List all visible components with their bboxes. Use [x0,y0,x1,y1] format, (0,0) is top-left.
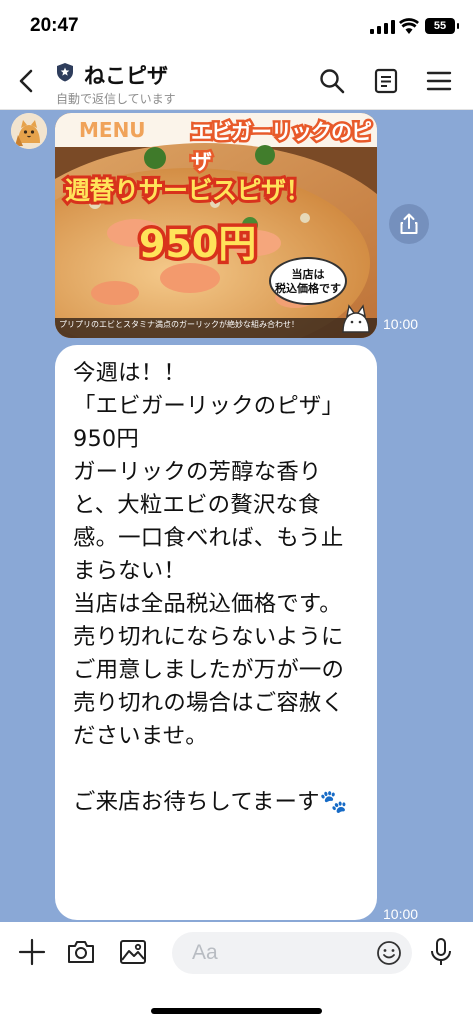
share-button[interactable] [389,204,429,244]
note-icon[interactable] [372,67,400,95]
back-arrow-icon[interactable] [16,68,38,94]
battery-icon: 55 [425,18,459,34]
promo-banner-title: エビガーリックのピザ [189,118,375,177]
wifi-icon [399,18,419,34]
cat-mascot-icon [342,304,370,333]
tax-note-bubble: 当店は 税込価格です [269,257,347,305]
image-icon[interactable] [117,936,149,968]
tax-note-line1: 当店は [291,268,325,281]
search-icon[interactable] [318,67,346,95]
promo-price: 950円 [135,219,259,270]
menu-icon[interactable] [425,67,453,95]
emoji-icon[interactable] [376,940,402,966]
image-message-time: 10:00 [383,316,419,332]
promo-headline: 週替りサービスピザ！ [62,173,314,208]
chat-header: ねこピザ 自動で返信しています [0,50,473,110]
message-input[interactable]: Aa [172,932,412,974]
home-indicator [151,1008,322,1014]
camera-icon[interactable] [65,936,97,968]
share-icon [400,213,418,234]
cat-avatar-icon [11,113,47,149]
status-bar: 20:47 55 [0,0,473,50]
auto-reply-status: 自動で返信しています [56,92,176,106]
text-message-body: 今週は！！ 「エビガーリックのピザ」 950円 ガーリックの芳醇な香りと、大粒エ… [73,360,348,815]
message-input-placeholder: Aa [192,941,218,964]
tax-note-line2: 税込価格です [275,282,341,295]
microphone-icon[interactable] [425,936,457,968]
menu-label: MENU [79,118,146,142]
chat-title: ねこピザ [84,65,168,88]
avatar[interactable] [11,113,47,149]
promo-caption: プリプリのエビとスタミナ満点のガーリックが絶妙な組み合わせ！ [59,320,299,329]
promo-image-message[interactable]: MENU エビガーリックのピザ 週替りサービスピザ！ 950円 当店は 税込価格… [55,113,377,338]
plus-icon[interactable] [16,936,48,968]
text-message-bubble[interactable]: 今週は！！ 「エビガーリックのピザ」 950円 ガーリックの芳醇な香りと、大粒エ… [55,345,377,920]
status-time: 20:47 [30,15,79,36]
signal-icon [370,20,395,34]
text-message-time: 10:00 [383,906,419,922]
shield-icon [57,63,73,82]
